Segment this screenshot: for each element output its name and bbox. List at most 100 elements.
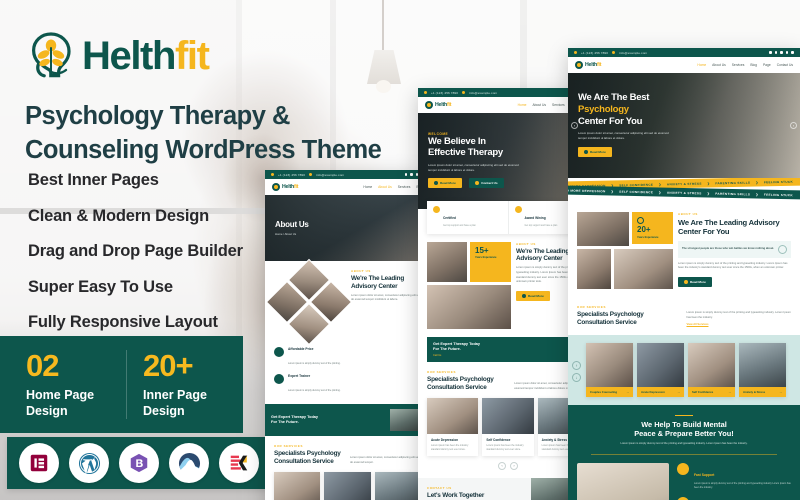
badge-title: Award Wining (524, 216, 546, 220)
menu-item-page[interactable]: Page (763, 63, 771, 67)
menu-item-services[interactable]: Services (398, 185, 411, 189)
promo-link[interactable]: Call Us (433, 354, 583, 357)
section-kicker: ABOUT US (351, 269, 371, 273)
about-hero: About Us Home / About Us (265, 195, 430, 261)
menu-item-services[interactable]: Services (732, 63, 745, 67)
phone-icon (271, 173, 274, 176)
hero-section: We Are The Best Psychology Center For Yo… (568, 73, 800, 178)
topbar-email: info@example.com (316, 172, 345, 177)
session-photo (577, 462, 669, 500)
section-title: We Are The Leading Advisory Center For Y… (678, 218, 780, 237)
view-all-link[interactable]: View All Services (687, 323, 792, 326)
quote-icon (778, 244, 787, 254)
mockup-navbar[interactable]: Helthfit Home About Us Services Blog Pag… (568, 57, 800, 73)
menu-item-about[interactable]: About Us (712, 63, 726, 67)
service-card[interactable]: Anxiety & Stress → (739, 342, 786, 397)
carousel-prev-icon[interactable]: ↑ (572, 360, 581, 370)
service-image (482, 397, 534, 434)
divider (675, 414, 693, 416)
check-icon (274, 347, 284, 357)
hero-prev-icon[interactable]: ‹ (571, 122, 578, 129)
mail-icon (462, 91, 466, 94)
service-card[interactable]: Couples Counseling → (586, 342, 633, 397)
hero-primary-button[interactable]: Read More (428, 178, 462, 189)
menu-item-about[interactable]: About Us (378, 185, 392, 189)
carousel-next-icon[interactable]: › (510, 461, 518, 470)
menu-item-home[interactable]: Home (518, 103, 527, 107)
envato-icon[interactable] (169, 443, 209, 483)
service-image (637, 342, 684, 387)
phone-icon (574, 51, 577, 54)
promo-bar[interactable]: Get Expert Therapy Today For The Future.… (427, 336, 589, 362)
carousel-nav[interactable]: ‹ › (427, 461, 589, 470)
service-card[interactable]: Acute Depression Lorem ipsum has been th… (274, 471, 321, 500)
mockup-logo[interactable]: Helthfit (425, 101, 451, 109)
hero-cta-button[interactable]: Read More (578, 146, 612, 157)
menu-item-home[interactable]: Home (363, 185, 372, 189)
hero-body: Lorem ipsum dolor sit amet, consectetur … (428, 162, 519, 172)
service-image (688, 342, 735, 387)
mockup-home-page-1[interactable]: +1 (123) 456 7890 info@example.com Helth… (568, 48, 800, 500)
hero-next-icon[interactable]: › (790, 122, 797, 129)
mockup-logo[interactable]: Helthfit (272, 183, 298, 191)
badge-title: Certified (443, 216, 456, 220)
carousel-next-icon[interactable]: ↓ (572, 372, 581, 382)
service-card[interactable]: Acute Depression Lorem ipsum has been th… (427, 397, 479, 456)
service-image (586, 342, 633, 387)
page-title: Psychology Therapy & Counseling WordPres… (25, 102, 382, 164)
point-text: Lorem ipsum is simply dummy text of the … (288, 389, 341, 392)
stats-panel: 02 Home Page Design 20+ Inner Page Desig… (0, 336, 243, 433)
about-page-title: About Us (275, 219, 309, 229)
topbar-phone: +1 (123) 456 7890 (431, 90, 459, 95)
section-kicker: CONTACT US (427, 485, 452, 490)
about-services-section: OUR SERVICES Specialists Psychology Cons… (265, 436, 430, 500)
menu-item-blog[interactable]: Blog (750, 63, 757, 67)
elementor-icon[interactable] (19, 443, 59, 483)
carousel-prev-icon[interactable]: ‹ (498, 461, 506, 470)
bootstrap-icon[interactable] (119, 443, 159, 483)
mockup-logo[interactable]: Helthfit (575, 61, 601, 69)
stat-caption: Home Page Design (26, 388, 95, 418)
experience-number: 20+ (637, 225, 651, 234)
logo-mark-icon (425, 101, 433, 109)
section-kicker: OUR SERVICES (427, 369, 456, 374)
point-text: Lorem ipsum is simply dummy text of the … (288, 362, 341, 365)
hero-line-2: Effective Therapy (428, 147, 503, 159)
service-card[interactable]: Self Confidence → (688, 342, 735, 397)
mockup-navbar[interactable]: Helthfit Home About Us Services Blog (265, 179, 430, 195)
menu-item-about[interactable]: About Us (532, 103, 546, 107)
service-card[interactable]: Anxiety & Stress Lorem ipsum has been th… (324, 471, 371, 500)
menu-item-contact[interactable]: Contact Us (777, 63, 793, 67)
point-title: Affordable Price (288, 347, 314, 351)
mockup-menu[interactable]: Home About Us Services Blog (363, 185, 423, 189)
read-more-button[interactable]: Read More (678, 276, 712, 287)
carousel-nav-vertical[interactable]: ↑ ↓ (572, 360, 581, 382)
badge-text: Get top support and have a plan (524, 225, 558, 227)
service-card[interactable]: Self Confidence Lorem ipsum has been the… (482, 397, 534, 456)
badge-certified: Certified Get top support and have a pla… (427, 201, 508, 234)
service-text: Lorem ipsum has been the industry standa… (431, 443, 469, 451)
brand-wordmark-gold: fit (175, 34, 210, 78)
marquee-ribbons: ❯NO MORE DEPRESSION ❯SELF CONFIDENCE ❯AN… (568, 178, 800, 200)
service-card[interactable]: Acute Depression → (637, 342, 684, 397)
menu-item-services[interactable]: Services (552, 103, 565, 107)
hero-line-1: We Are The Best (578, 92, 650, 104)
brand-logo: Helthfit (25, 30, 210, 82)
menu-item-home[interactable]: Home (697, 63, 706, 67)
experience-number: 15+ (475, 245, 489, 255)
mental-peace-section: We Help To Build Mental Peace & Prepare … (568, 404, 800, 500)
service-image (374, 471, 421, 500)
service-card[interactable]: Self Confidence Lorem ipsum has been the… (374, 471, 421, 500)
wordpress-icon[interactable] (69, 443, 109, 483)
elementskit-icon[interactable] (219, 443, 259, 483)
mockup-about-page[interactable]: +1 (123) 456 7890 info@example.com Helth… (265, 170, 430, 500)
mockup-menu[interactable]: Home About Us Services Blog Page Contact… (697, 63, 793, 67)
diamond-image-collage (265, 258, 353, 346)
social-icons[interactable] (769, 51, 794, 54)
about-promo-bar[interactable]: Get Expert Therapy Today For The Future. (265, 404, 430, 436)
hero-secondary-button[interactable]: Contact Us (469, 178, 504, 189)
read-more-button[interactable]: Read More (516, 291, 550, 302)
about-point: Expert Trainer Lorem ipsum is simply dum… (274, 374, 421, 396)
feature-title: Fast Support (694, 472, 715, 477)
section-body: Lorem ipsum is simply dummy text of the … (678, 261, 788, 270)
